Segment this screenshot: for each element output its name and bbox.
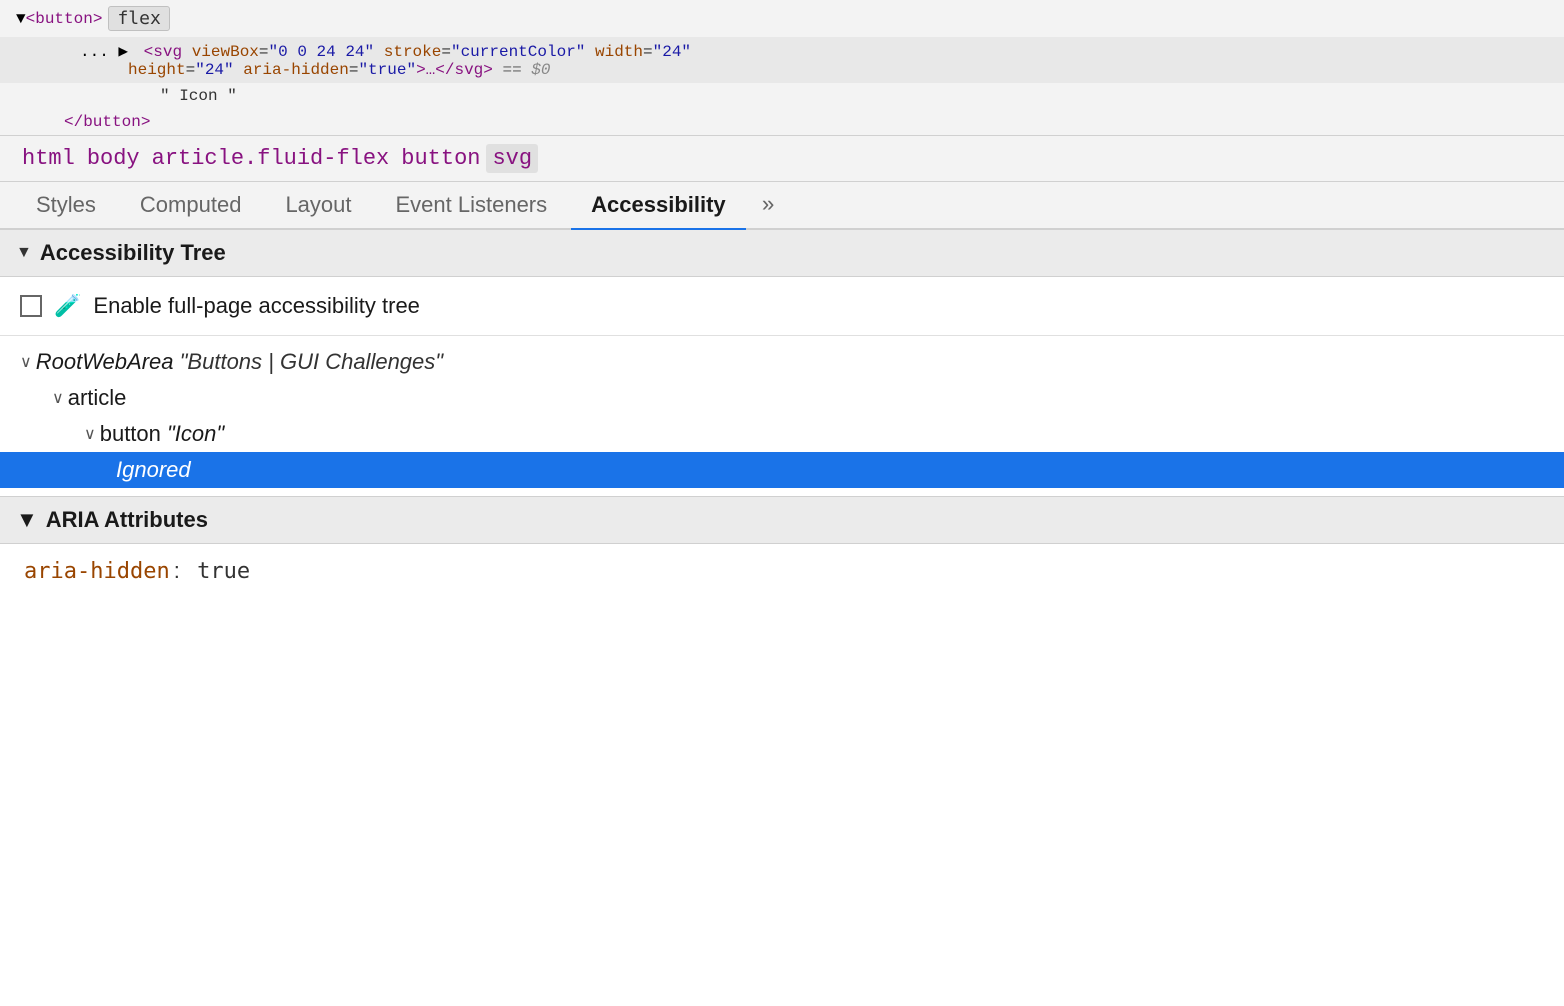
button-tag-name: button [35,10,93,28]
width-value: "24" [653,43,691,61]
tab-accessibility[interactable]: Accessibility [571,182,746,230]
accessibility-tree-header: ▼ Accessibility Tree [0,230,1564,277]
aria-hidden-value: "true" [358,61,416,79]
height-value: "24" [195,61,233,79]
aria-collapse-triangle[interactable]: ▼ [16,507,38,533]
root-web-area-label: RootWebArea "Buttons | GUI Challenges" [36,349,443,375]
viewbox-attr: viewBox [192,43,259,61]
full-page-label: Enable full-page accessibility tree [93,293,420,319]
aria-attr-row: aria-hidden: true [0,544,1564,598]
dollar-zero: $0 [531,61,550,79]
tree-row-button[interactable]: ∨ button "Icon" [0,416,1564,452]
dom-line-closing: </button> [0,109,1564,135]
tab-layout[interactable]: Layout [265,182,371,230]
aria-attributes-title: ARIA Attributes [46,507,208,533]
aria-attr-colon: : [174,558,180,583]
tree-row-article[interactable]: ∨ article [0,380,1564,416]
button-label: button "Icon" [100,421,224,447]
article-label: article [68,385,127,411]
aria-section: ▼ ARIA Attributes aria-hidden: true [0,496,1564,598]
closing-tag-bracket: </ [64,113,83,131]
breadcrumb-article[interactable]: article.fluid-flex [146,144,396,173]
closing-tag-end: > [141,113,151,131]
toggle-row: 🧪 Enable full-page accessibility tree [0,277,1564,336]
tab-computed[interactable]: Computed [120,182,262,230]
ellipsis-icon[interactable]: ... [80,43,109,61]
flex-badge[interactable]: flex [108,6,169,31]
breadcrumb-html[interactable]: html [16,144,81,173]
aria-hidden-attr-value: true [184,559,250,584]
expand-triangle[interactable]: ▶ [118,43,128,61]
accessibility-tree-title: Accessibility Tree [40,240,226,266]
tab-more[interactable]: » [750,183,787,228]
dom-line-text: " Icon " [0,83,1564,109]
chevron-root: ∨ [20,352,32,372]
tab-bar: Styles Computed Layout Event Listeners A… [0,182,1564,230]
height-attr: height [128,61,186,79]
section-collapse-triangle[interactable]: ▼ [16,244,32,262]
aria-hidden-attr-name: aria-hidden [24,559,170,584]
dom-line-svg[interactable]: ... ▶ <svg viewBox="0 0 24 24" stroke="c… [0,37,1564,83]
stroke-attr: stroke [374,43,441,61]
svg-tag-name: svg [153,43,191,61]
chevron-article: ∨ [52,388,64,408]
tree-row-ignored[interactable]: Ignored [0,452,1564,488]
beaker-icon: 🧪 [54,293,81,319]
svg-tag-open: < [144,43,154,61]
chevron-button: ∨ [84,424,96,444]
dom-inspector: ▼ <button> flex ... ▶ <svg viewBox="0 0 … [0,0,1564,136]
tab-styles[interactable]: Styles [16,182,116,230]
dom-line-button[interactable]: ▼ <button> flex [0,0,1564,37]
icon-text-content: " Icon " [80,87,237,105]
aria-hidden-attr: aria-hidden [234,61,349,79]
ignored-label: Ignored [116,457,191,483]
full-page-checkbox[interactable] [20,295,42,317]
closing-button-tag: button [83,113,141,131]
breadcrumb-svg[interactable]: svg [486,144,538,173]
accessibility-tree: ∨ RootWebArea "Buttons | GUI Challenges"… [0,336,1564,496]
tree-row-root-web-area[interactable]: ∨ RootWebArea "Buttons | GUI Challenges" [0,344,1564,380]
breadcrumb-body[interactable]: body [81,144,146,173]
tag-close-bracket: > [93,10,103,28]
breadcrumb-bar: html body article.fluid-flex button svg [0,136,1564,182]
main-panel: ▼ Accessibility Tree 🧪 Enable full-page … [0,230,1564,598]
tag-open-bracket: < [26,10,36,28]
width-attr: width [585,43,643,61]
tab-event-listeners[interactable]: Event Listeners [376,182,568,230]
stroke-value: "currentColor" [451,43,585,61]
viewbox-value: "0 0 24 24" [269,43,375,61]
collapse-triangle[interactable]: ▼ [16,10,26,28]
breadcrumb-button[interactable]: button [395,144,486,173]
svg-close-tag: >…</svg> [416,61,493,79]
aria-attributes-header: ▼ ARIA Attributes [0,497,1564,544]
